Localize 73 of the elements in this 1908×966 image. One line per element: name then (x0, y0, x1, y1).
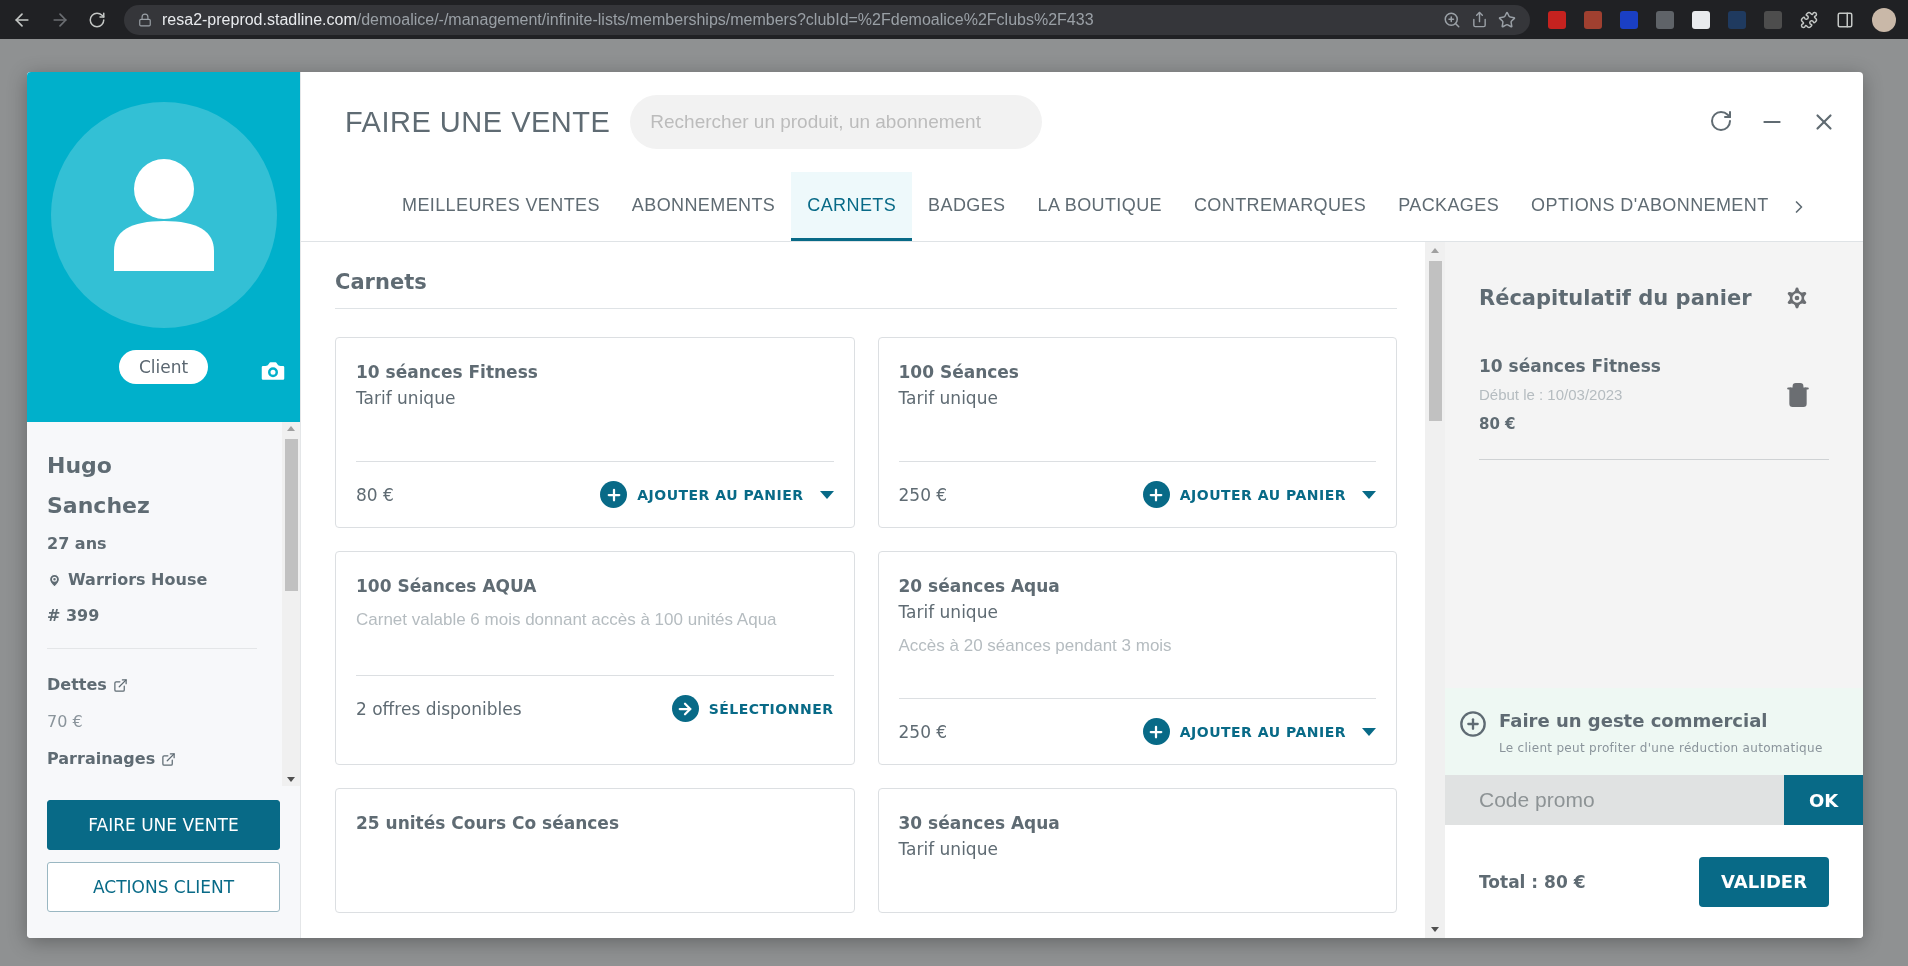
product-description: Accès à 20 séances pendant 3 mois (898, 636, 1173, 656)
product-rate: Tarif unique (898, 602, 999, 622)
commercial-gesture-button[interactable]: Faire un geste commercial Le client peut profiter d'une réduction automatique (1445, 688, 1863, 775)
last-name: Sanchez (47, 492, 151, 520)
lock-icon (138, 12, 152, 27)
product-rate: Tarif unique (356, 388, 457, 408)
person-icon (113, 159, 214, 271)
product-description: Carnet valable 6 mois donnant accès à 100 unités Aqua (356, 610, 778, 630)
select-button[interactable]: SÉLECTIONNER (671, 695, 834, 722)
external-link-icon[interactable] (112, 677, 128, 693)
product-name: 25 unités Cours Co séances (356, 813, 620, 833)
gesture-title: Faire un geste commercial (1499, 710, 1769, 731)
url-text: resa2-preprod.stadline.com/demoalice/-/management/infinite-lists/memberships/members?clubId=%2Fdemoalice%2Fclubs%2F433 (162, 10, 1094, 29)
cart-item-name: 10 séances Fitness (1479, 356, 1661, 376)
external-link-icon[interactable] (161, 751, 177, 767)
cart-total: Total : 80 € (1479, 871, 1586, 892)
age: 27 ans (47, 533, 108, 555)
caret-icon[interactable] (1362, 490, 1376, 499)
category-tab[interactable]: PACKAGES (1382, 172, 1516, 241)
reload-icon[interactable] (88, 10, 106, 29)
category-tab[interactable]: BADGES (912, 172, 1022, 241)
share-icon[interactable] (1471, 11, 1488, 28)
category-tab[interactable]: CONTREMARQUES (1177, 172, 1383, 241)
debts-label: Dettes (47, 674, 107, 696)
extension-icon[interactable] (1692, 10, 1710, 29)
product-name: 100 Séances AQUA (356, 576, 538, 596)
avatar[interactable] (1872, 7, 1896, 32)
location: Warriors House (68, 569, 208, 591)
product-price: 250 € (898, 721, 948, 742)
dialog-title: FAIRE UNE VENTE (345, 105, 611, 139)
refresh-icon[interactable] (1709, 109, 1733, 133)
ok-button[interactable]: OK (1784, 775, 1863, 825)
validate-button[interactable]: VALIDER (1699, 856, 1829, 907)
cart-title: Récapitulatif du panier (1479, 286, 1752, 310)
category-tab[interactable]: MEILLEURES VENTES (386, 172, 616, 241)
gesture-hint: Le client peut profiter d'une réduction automatique (1499, 741, 1823, 755)
product-name: 20 séances Aqua (898, 576, 1061, 596)
star-icon[interactable] (1498, 10, 1516, 29)
add-to-cart-button[interactable]: AJOUTER AU PANIER (1142, 718, 1346, 745)
sell-button[interactable]: FAIRE UNE VENTE (47, 800, 280, 850)
product-price: 250 € (898, 484, 948, 505)
offers-count: 2 offres disponibles (356, 698, 522, 719)
product-rate: Tarif unique (898, 839, 999, 859)
client-actions-button[interactable]: ACTIONS CLIENT (47, 862, 280, 912)
category-tab[interactable]: CARNETS (791, 172, 913, 241)
location-pin-icon (47, 572, 62, 588)
product-name: 30 séances Aqua (898, 813, 1061, 833)
promo-code-field[interactable]: Code promo (1445, 775, 1784, 825)
puzzle-icon[interactable] (1800, 10, 1818, 29)
product-name: 10 séances Fitness (356, 362, 539, 382)
caret-icon[interactable] (1362, 727, 1376, 736)
caret-icon[interactable] (819, 490, 834, 499)
section-title: Carnets (335, 270, 1397, 309)
debts-value: 70 € (47, 711, 84, 733)
category-tab[interactable]: OPTIONS D'ABONNEMENT (1515, 172, 1785, 241)
product-name: 100 Séances (898, 362, 1020, 382)
product-price: 80 € (356, 484, 394, 505)
product-rate: Tarif unique (898, 388, 999, 408)
category-tab[interactable]: ABONNEMENTS (615, 172, 792, 241)
zoom-icon[interactable] (1443, 10, 1461, 29)
sponsorship-label: Parrainages (47, 748, 156, 770)
add-to-cart-button[interactable]: AJOUTER AU PANIER (600, 481, 804, 508)
client-badge: Client (118, 350, 209, 384)
add-to-cart-button[interactable]: AJOUTER AU PANIER (1142, 481, 1346, 508)
first-name: Hugo (47, 452, 113, 480)
cart-item-price: 80 € (1479, 415, 1517, 433)
member-number: # 399 (47, 605, 101, 627)
cart-item-start-date: Début le : 10/03/2023 (1479, 386, 1624, 403)
side-panel-icon[interactable] (1836, 10, 1854, 29)
address-bar[interactable]: resa2-preprod.stadline.com/demoalice/-/management/infinite-lists/memberships/members?clubId=%2Fdemoalice%2Fclubs%2F433 (124, 4, 1530, 35)
plus-circle-icon (1459, 710, 1487, 738)
trash-icon[interactable] (1785, 381, 1811, 408)
category-tab[interactable]: LA BOUTIQUE (1021, 172, 1178, 241)
